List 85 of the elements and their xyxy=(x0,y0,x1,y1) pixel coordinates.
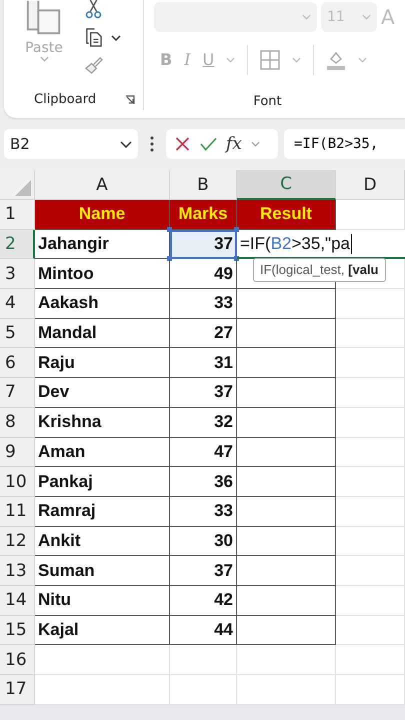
row-header[interactable]: 5 xyxy=(0,318,35,348)
copy-icon[interactable] xyxy=(84,28,103,47)
row-header[interactable]: 6 xyxy=(0,348,35,378)
row-header[interactable]: 2 xyxy=(0,230,35,260)
name-box[interactable]: B2 xyxy=(4,129,138,159)
empty-cell xyxy=(336,318,405,348)
table-cell: Pankaj xyxy=(35,467,170,497)
column-header[interactable]: A xyxy=(35,170,170,200)
table-cell: 33 xyxy=(170,496,237,527)
function-tooltip: IF(logical_test, [valu xyxy=(253,258,386,282)
row-header[interactable]: 13 xyxy=(0,556,35,586)
empty-cell xyxy=(336,467,405,497)
row-header[interactable]: 9 xyxy=(0,438,35,468)
formula-field[interactable]: =IF(B2>35, xyxy=(284,129,405,159)
empty-cell xyxy=(336,556,405,586)
empty-cell xyxy=(336,645,405,675)
caret-icon[interactable] xyxy=(111,34,121,40)
table-cell: Aakash xyxy=(35,289,170,319)
empty-cell xyxy=(336,526,405,556)
table-cell: Suman xyxy=(35,556,170,586)
group-label: Clipboard xyxy=(34,92,96,107)
table-cell: Ramraj xyxy=(35,496,170,527)
empty-cell xyxy=(336,586,405,616)
row-header[interactable]: 3 xyxy=(0,259,35,290)
header-cell: Name xyxy=(35,200,170,230)
table-cell: 37 xyxy=(170,556,237,586)
select-all-icon[interactable] xyxy=(15,180,31,196)
row-header[interactable]: 8 xyxy=(0,408,35,438)
row-header[interactable]: 16 xyxy=(0,645,35,675)
column-header[interactable]: D xyxy=(336,170,405,200)
row-header[interactable]: 17 xyxy=(0,675,35,705)
dialog-launcher-icon[interactable] xyxy=(125,94,135,104)
table-cell: Mintoo xyxy=(35,259,170,290)
table-cell: Raju xyxy=(35,348,170,378)
table-cell: 37 xyxy=(170,230,237,260)
clipboard-icon[interactable] xyxy=(25,0,63,36)
insert-function-button[interactable]: fx xyxy=(226,134,242,154)
row-header[interactable]: 7 xyxy=(0,378,35,408)
table-cell: 47 xyxy=(170,438,237,468)
table-cell: 37 xyxy=(170,378,237,408)
empty-cell xyxy=(336,408,405,438)
header-cell: Marks xyxy=(170,200,237,230)
table-cell: Nitu xyxy=(35,586,170,616)
borders-icon[interactable] xyxy=(260,50,280,70)
row-header[interactable]: 11 xyxy=(0,496,35,527)
row-header[interactable]: 15 xyxy=(0,616,35,646)
empty-cell xyxy=(336,496,405,527)
check-icon[interactable] xyxy=(200,136,217,152)
header-cell: Result xyxy=(237,200,336,230)
table-cell: 44 xyxy=(170,616,237,646)
empty-cell xyxy=(336,438,405,468)
row-header[interactable]: 12 xyxy=(0,526,35,556)
column-header[interactable]: B xyxy=(170,170,237,200)
table-cell: 30 xyxy=(170,526,237,556)
column-header[interactable]: C xyxy=(237,170,336,200)
scissors-icon[interactable] xyxy=(84,0,103,19)
empty-cell xyxy=(336,289,405,319)
empty-cell xyxy=(336,378,405,408)
table-cell: 33 xyxy=(170,289,237,319)
table-cell: 36 xyxy=(170,467,237,497)
row-header[interactable]: 10 xyxy=(0,467,35,497)
table-cell: 27 xyxy=(170,318,237,348)
table-cell: Ankit xyxy=(35,526,170,556)
table-cell: 31 xyxy=(170,348,237,378)
empty-cell xyxy=(170,645,237,675)
more-icon[interactable] xyxy=(150,136,154,152)
empty-cell xyxy=(336,348,405,378)
group-label: Font xyxy=(253,94,282,109)
fill-color-icon[interactable] xyxy=(326,50,346,70)
row-header[interactable]: 4 xyxy=(0,289,35,319)
caret-icon xyxy=(362,14,371,20)
table-cell: 32 xyxy=(170,408,237,438)
table-cell: 42 xyxy=(170,586,237,616)
close-icon[interactable] xyxy=(174,136,191,152)
table-cell: Dev xyxy=(35,378,170,408)
caret-icon xyxy=(302,14,311,20)
table-cell: Krishna xyxy=(35,408,170,438)
table-cell: Kajal xyxy=(35,616,170,646)
row-header[interactable]: 1 xyxy=(0,200,35,230)
paintbrush-icon[interactable] xyxy=(84,56,103,75)
row-header[interactable]: 14 xyxy=(0,586,35,616)
empty-cell xyxy=(336,616,405,646)
table-cell: 49 xyxy=(170,259,237,290)
table-cell: Mandal xyxy=(35,318,170,348)
table-cell: Aman xyxy=(35,438,170,468)
